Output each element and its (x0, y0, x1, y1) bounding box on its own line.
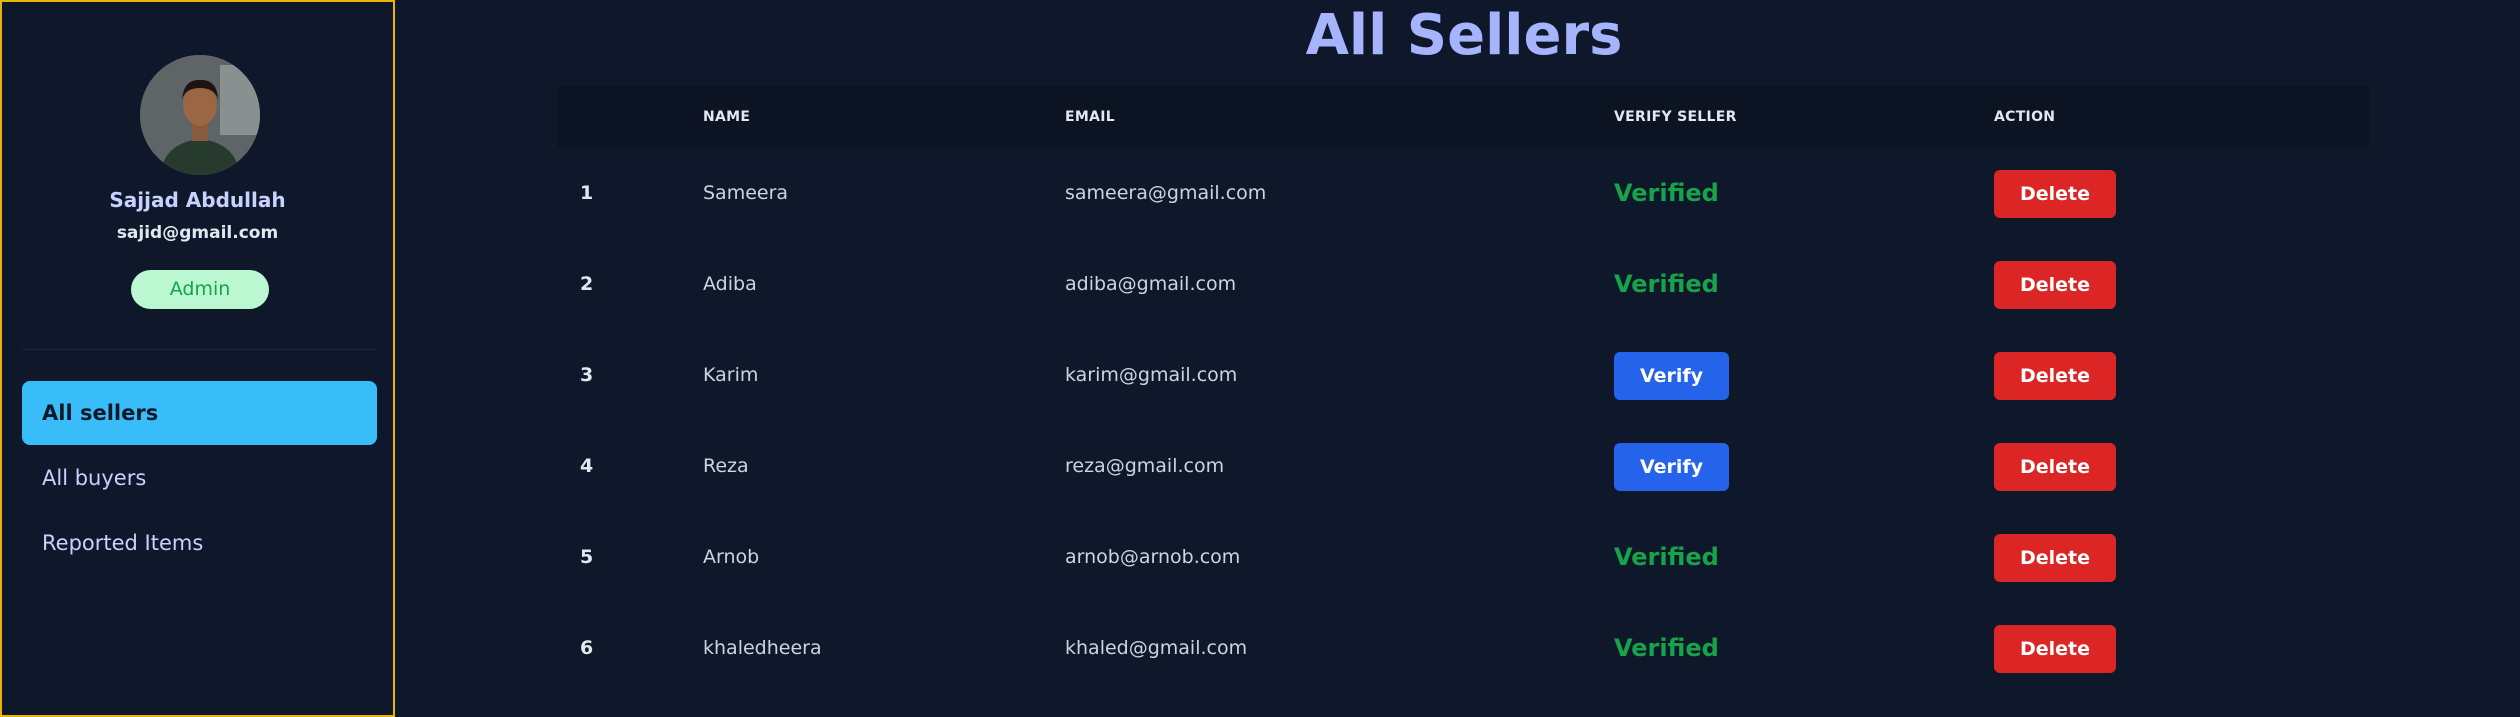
verified-status: Verified (1614, 270, 1719, 298)
seller-name: Sameera (703, 182, 789, 204)
table-row: 5 Arnob arnob@arnob.com Verified Delete (557, 512, 2369, 603)
verify-button[interactable]: Verify (1614, 352, 1729, 400)
table-row: 1 Sameera sameera@gmail.com Verified Del… (557, 148, 2369, 239)
avatar (140, 55, 260, 175)
seller-email: arnob@arnob.com (1065, 546, 1241, 568)
row-number: 5 (580, 546, 594, 568)
delete-button[interactable]: Delete (1994, 261, 2116, 309)
row-number: 4 (580, 455, 594, 477)
row-number: 6 (580, 637, 594, 659)
seller-name: Arnob (703, 546, 760, 568)
table-row: 2 Adiba adiba@gmail.com Verified Delete (557, 239, 2369, 330)
seller-email: sameera@gmail.com (1065, 182, 1267, 204)
row-number: 3 (580, 364, 594, 386)
row-number: 2 (580, 273, 594, 295)
delete-button[interactable]: Delete (1994, 443, 2116, 491)
table-row: 3 Karim karim@gmail.com Verify Delete (557, 330, 2369, 421)
seller-email: khaled@gmail.com (1065, 637, 1248, 659)
column-header-action: ACTION (1994, 109, 2056, 125)
seller-email: adiba@gmail.com (1065, 273, 1237, 295)
user-avatar-image (140, 55, 260, 175)
row-number: 1 (580, 182, 594, 204)
seller-email: reza@gmail.com (1065, 455, 1225, 477)
delete-button[interactable]: Delete (1994, 352, 2116, 400)
verified-status: Verified (1614, 543, 1719, 571)
column-header-email: EMAIL (1065, 109, 1115, 125)
verify-button[interactable]: Verify (1614, 443, 1729, 491)
table-header: NAME EMAIL VERIFY SELLER ACTION (557, 86, 2369, 148)
table-row: 6 khaledheera khaled@gmail.com Verified … (557, 603, 2369, 694)
verified-status: Verified (1614, 634, 1719, 662)
sidebar-item-all-buyers[interactable]: All buyers (22, 446, 377, 510)
sidebar: Sajjad Abdullah sajid@gmail.com Admin Al… (0, 0, 395, 717)
table-row: 4 Reza reza@gmail.com Verify Delete (557, 421, 2369, 512)
seller-name: Karim (703, 364, 759, 386)
delete-button[interactable]: Delete (1994, 534, 2116, 582)
delete-button[interactable]: Delete (1994, 625, 2116, 673)
column-header-name: NAME (703, 109, 751, 125)
seller-email: karim@gmail.com (1065, 364, 1238, 386)
seller-name: Reza (703, 455, 749, 477)
sidebar-item-reported-items[interactable]: Reported Items (22, 511, 377, 575)
profile-email: sajid@gmail.com (116, 223, 279, 243)
seller-name: khaledheera (703, 637, 822, 659)
column-header-verify-seller: VERIFY SELLER (1614, 109, 1737, 125)
seller-name: Adiba (703, 273, 757, 295)
profile-name: Sajjad Abdullah (109, 188, 286, 212)
delete-button[interactable]: Delete (1994, 170, 2116, 218)
page-title: All Sellers (1305, 3, 1623, 68)
role-badge: Admin (131, 270, 269, 309)
sidebar-item-all-sellers[interactable]: All sellers (22, 381, 377, 445)
sidebar-divider (22, 349, 377, 350)
verified-status: Verified (1614, 179, 1719, 207)
